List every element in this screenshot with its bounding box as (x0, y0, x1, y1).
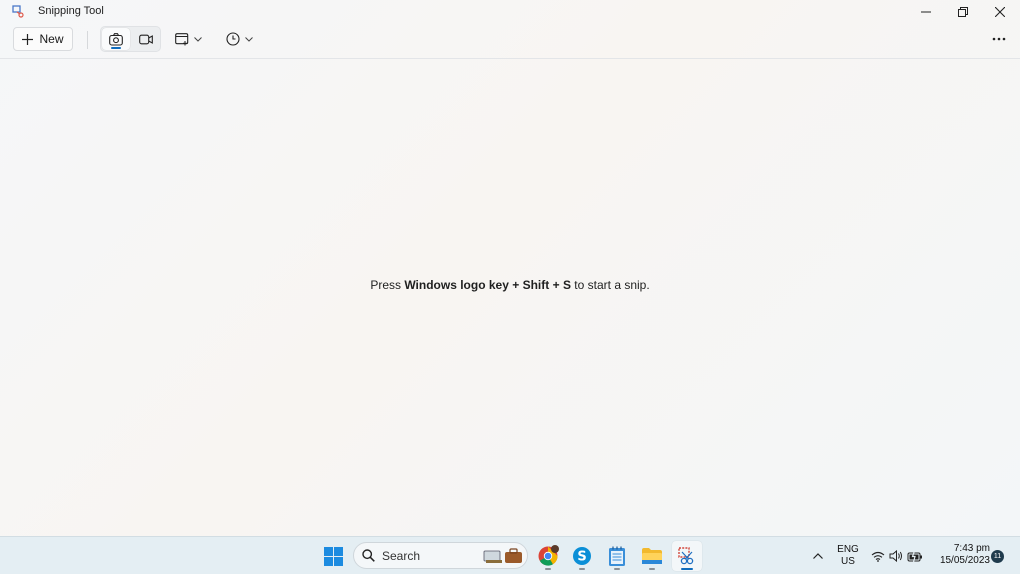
region-code: US (841, 556, 855, 567)
chevron-down-icon (194, 36, 202, 42)
hint-plus: + (549, 278, 563, 292)
running-indicator (649, 568, 655, 570)
snip-shape-dropdown[interactable] (175, 27, 213, 51)
taskbar-snipping-tool[interactable] (672, 541, 702, 571)
new-button-label: New (39, 32, 64, 46)
screenshot-mode-button[interactable] (102, 28, 130, 50)
taskbar-skype[interactable]: S (567, 541, 597, 571)
hint-key-shift: Shift (522, 278, 550, 292)
window-title: Snipping Tool (38, 5, 104, 17)
chrome-icon (538, 545, 559, 566)
running-indicator (545, 568, 551, 570)
clock-date: 15/05/2023 (939, 555, 990, 566)
active-app-indicator (681, 568, 693, 570)
active-mode-indicator (111, 47, 121, 49)
chevron-down-icon (245, 36, 253, 42)
snip-shortcut-hint: Press Windows logo key + Shift + S to st… (0, 278, 1020, 292)
skype-icon: S (573, 547, 591, 565)
battery-charging-icon (907, 550, 922, 562)
hint-plus: + (508, 278, 523, 292)
plus-icon (22, 33, 34, 45)
hint-key-s: S (562, 278, 571, 292)
search-icon (362, 549, 375, 562)
show-hidden-icons-button[interactable] (803, 541, 833, 571)
clock-time: 7:43 pm (953, 543, 990, 554)
svg-text:S: S (577, 550, 586, 565)
running-indicator (614, 568, 620, 570)
quick-settings-button[interactable] (866, 541, 928, 571)
snipping-tool-window: Snipping Tool New Press Windows logo key… (0, 0, 1020, 536)
folder-icon (642, 548, 662, 564)
snipping-tool-app-icon (12, 5, 24, 18)
snipping-tool-icon (678, 547, 694, 565)
close-icon (995, 7, 1005, 17)
video-mode-button[interactable] (132, 28, 160, 50)
restore-button[interactable] (945, 0, 981, 24)
start-button[interactable] (318, 541, 348, 571)
close-button[interactable] (982, 0, 1018, 24)
video-camera-icon (139, 34, 153, 44)
volume-icon (889, 550, 902, 562)
minimize-button[interactable] (908, 0, 944, 24)
language-code: ENG (837, 544, 859, 555)
taskbar-file-explorer[interactable] (637, 541, 667, 571)
clock[interactable]: 7:43 pm 15/05/2023 (930, 543, 990, 567)
hint-prefix: Press (370, 278, 405, 292)
capture-mode-toggle (100, 26, 161, 52)
new-snip-button[interactable]: New (13, 27, 73, 51)
taskbar-notepad[interactable] (602, 541, 632, 571)
taskbar: Search S ENG US 7:43 pm 15/05/2023 11 (0, 536, 1020, 574)
title-bar: Snipping Tool (0, 0, 1020, 24)
camera-icon (109, 32, 123, 46)
taskbar-chrome[interactable] (533, 541, 563, 571)
input-language-indicator[interactable]: ENG US (832, 544, 864, 568)
toolbar: New (0, 24, 1020, 59)
toolbar-divider (87, 31, 88, 49)
search-highlight-icon (483, 548, 522, 563)
windows-logo-icon (323, 546, 343, 566)
notepad-icon (609, 546, 625, 566)
delay-dropdown[interactable] (226, 27, 264, 51)
notification-center-badge[interactable]: 11 (991, 550, 1004, 563)
restore-icon (958, 7, 968, 17)
more-horizontal-icon (992, 37, 1006, 41)
chevron-up-icon (813, 553, 823, 559)
hint-key-windows: Windows logo key (404, 278, 509, 292)
hint-suffix: to start a snip. (570, 278, 650, 292)
rectangle-snip-icon (175, 32, 189, 45)
wifi-icon (871, 551, 885, 562)
search-placeholder: Search (382, 549, 421, 563)
minimize-icon (921, 11, 931, 13)
running-indicator (579, 568, 585, 570)
clock-icon (226, 32, 240, 46)
taskbar-search-box[interactable]: Search (353, 542, 528, 569)
more-options-button[interactable] (985, 28, 1013, 50)
